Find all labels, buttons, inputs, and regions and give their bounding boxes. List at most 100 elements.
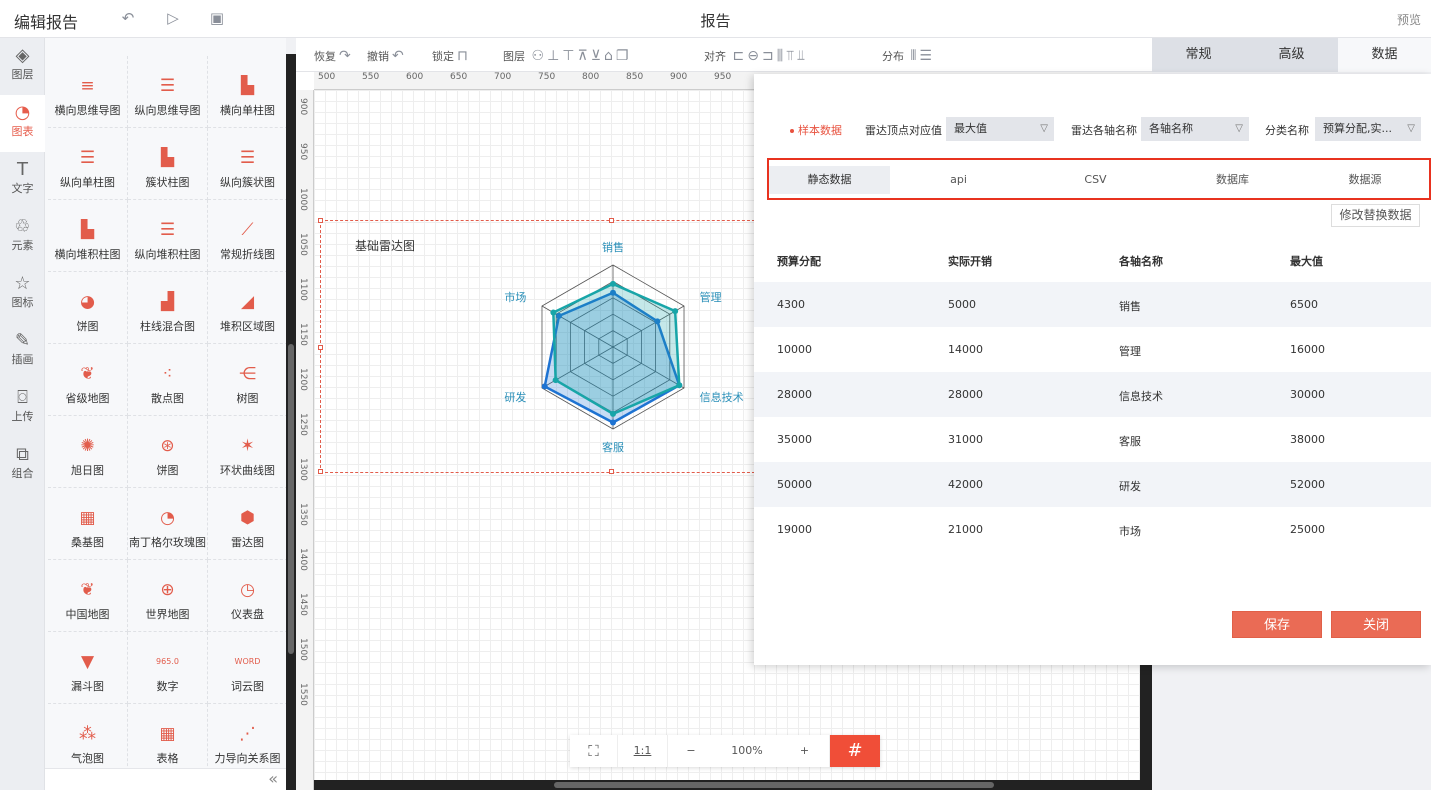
table-cell[interactable]: 42000 — [948, 478, 983, 491]
palette-item[interactable]: ☰ 纵向思维导图 — [128, 56, 208, 128]
tab-csv[interactable]: CSV — [1027, 166, 1164, 194]
table-cell[interactable]: 25000 — [1290, 523, 1325, 536]
table-cell[interactable]: 38000 — [1290, 433, 1325, 446]
table-cell[interactable]: 销售 — [1119, 298, 1141, 314]
palette-item[interactable]: ☰ 纵向堆积柱图 — [128, 200, 208, 272]
distribute-tools[interactable]: 分布 ⫴ ☰ — [882, 48, 932, 64]
grid-icon[interactable]: # — [830, 735, 880, 767]
palette-item[interactable]: ✺ 旭日图 — [48, 416, 128, 488]
close-button[interactable]: 关闭 — [1331, 611, 1421, 638]
palette-item[interactable]: ◷ 仪表盘 — [208, 560, 288, 632]
palette-item[interactable]: ◢ 堆积区域图 — [208, 272, 288, 344]
fit-screen-icon[interactable]: ⛶ — [570, 735, 618, 767]
play-icon[interactable]: ▷ — [163, 8, 183, 28]
radar-point[interactable] — [610, 419, 616, 426]
palette-item[interactable]: ☰ 纵向簇状图 — [208, 128, 288, 200]
top-align-icon[interactable]: ⊤ — [562, 48, 574, 64]
table-cell[interactable]: 52000 — [1290, 478, 1325, 491]
table-cell[interactable]: 28000 — [948, 388, 983, 401]
tab-datasource[interactable]: 数据源 — [1301, 166, 1429, 194]
ratio-button[interactable]: 1:1 — [618, 735, 668, 767]
tab-static-data[interactable]: 静态数据 — [769, 166, 890, 194]
sample-data-label[interactable]: 样本数据 — [790, 122, 842, 138]
radar-point[interactable] — [541, 383, 548, 390]
save-button[interactable]: 保存 — [1232, 611, 1322, 638]
table-cell[interactable]: 信息技术 — [1119, 388, 1163, 404]
nav-item-2[interactable]: T 文字 — [0, 152, 45, 209]
align-tools[interactable]: 对齐 ⊏ ⊖ ⊐ ⫼ ⫪ ⫫ — [704, 48, 805, 64]
table-cell[interactable]: 5000 — [948, 298, 976, 311]
align-right-icon[interactable]: ⊐ — [762, 48, 774, 64]
nav-item-6[interactable]: ⌼ 上传 — [0, 380, 45, 437]
align-vcenter-icon[interactable]: ⫼ — [777, 48, 783, 64]
layer-tools[interactable]: 图层 ⚇ ⊥ ⊤ ⊼ ⊻ ⌂ ❐ — [503, 48, 628, 64]
nav-item-4[interactable]: ☆ 图标 — [0, 266, 45, 323]
layer-group-icon[interactable]: ⚇ — [532, 48, 545, 64]
lock-button[interactable]: 锁定 ⊓ — [432, 48, 468, 64]
tab-api[interactable]: api — [890, 166, 1027, 194]
tab-data[interactable]: 数据 — [1338, 38, 1431, 72]
palette-item[interactable]: ▙ 簇状柱图 — [128, 128, 208, 200]
palette-scrollbar[interactable] — [286, 54, 296, 790]
palette-item[interactable]: ▼ 漏斗图 — [48, 632, 128, 704]
table-cell[interactable]: 21000 — [948, 523, 983, 536]
table-cell[interactable]: 19000 — [777, 523, 812, 536]
palette-item[interactable]: ▟ 柱线混合图 — [128, 272, 208, 344]
distribute-v-icon[interactable]: ☰ — [919, 48, 932, 64]
align-top-icon[interactable]: ⫪ — [786, 48, 794, 64]
table-cell[interactable]: 30000 — [1290, 388, 1325, 401]
palette-item[interactable]: ◔ 南丁格尔玫瑰图 — [128, 488, 208, 560]
palette-item[interactable]: ❦ 中国地图 — [48, 560, 128, 632]
undo-button[interactable]: 撤销 ↶ — [367, 48, 404, 64]
tab-general[interactable]: 常规 — [1152, 38, 1245, 72]
category-name-select[interactable]: 预算分配,实... ▽ — [1315, 117, 1421, 141]
nav-item-5[interactable]: ✎ 插画 — [0, 323, 45, 380]
align-bottom-icon[interactable]: ⫫ — [797, 48, 805, 64]
nav-item-1[interactable]: ◔ 图表 — [0, 95, 45, 152]
palette-item[interactable]: ▦ 桑基图 — [48, 488, 128, 560]
palette-item[interactable]: ⊛ 饼图 — [128, 416, 208, 488]
axis-name-select[interactable]: 各轴名称 ▽ — [1141, 117, 1249, 141]
palette-item[interactable]: ⁖ 散点图 — [128, 344, 208, 416]
palette-item[interactable]: ◕ 饼图 — [48, 272, 128, 344]
radar-point[interactable] — [672, 308, 679, 315]
canvas-scroll-thumb[interactable] — [554, 782, 994, 788]
palette-item[interactable]: ⁂ 气泡图 — [48, 704, 128, 776]
save-icon[interactable]: ▣ — [207, 8, 227, 28]
palette-item[interactable]: ▦ 表格 — [128, 704, 208, 776]
table-cell[interactable]: 4300 — [777, 298, 805, 311]
copy-icon[interactable]: ❐ — [616, 48, 629, 64]
nav-item-0[interactable]: ◈ 图层 — [0, 38, 45, 95]
palette-item[interactable]: ▙ 横向单柱图 — [208, 56, 288, 128]
delete-icon[interactable]: ⌂ — [604, 48, 613, 64]
table-cell[interactable]: 客服 — [1119, 433, 1141, 449]
undo-icon[interactable]: ↶ — [118, 8, 138, 28]
bring-up-icon[interactable]: ⊥ — [547, 48, 559, 64]
table-cell[interactable]: 10000 — [777, 343, 812, 356]
align-left-icon[interactable]: ⊏ — [733, 48, 745, 64]
move-top-icon[interactable]: ⊼ — [577, 48, 587, 64]
preview-link[interactable]: 预览 — [1397, 11, 1421, 28]
radar-point[interactable] — [610, 410, 616, 417]
table-cell[interactable]: 28000 — [777, 388, 812, 401]
vertex-value-select[interactable]: 最大值 ▽ — [946, 117, 1054, 141]
table-cell[interactable]: 35000 — [777, 433, 812, 446]
move-bottom-icon[interactable]: ⊻ — [591, 48, 601, 64]
palette-item[interactable]: ⊕ 世界地图 — [128, 560, 208, 632]
palette-item[interactable]: WORD 词云图 — [208, 632, 288, 704]
radar-point[interactable] — [676, 382, 683, 389]
radar-chart-widget[interactable]: 基础雷达图 销售 管理 信息技术 客服 研发 市场 — [318, 218, 760, 474]
table-cell[interactable]: 50000 — [777, 478, 812, 491]
radar-point[interactable] — [610, 280, 616, 287]
nav-item-7[interactable]: ⧉ 组合 — [0, 437, 45, 494]
table-cell[interactable]: 管理 — [1119, 343, 1141, 359]
tab-advanced[interactable]: 高级 — [1245, 38, 1338, 72]
palette-item[interactable]: ✶ 环状曲线图 — [208, 416, 288, 488]
palette-item[interactable]: ❦ 省级地图 — [48, 344, 128, 416]
palette-item[interactable]: ⟋ 常规折线图 — [208, 200, 288, 272]
radar-point[interactable] — [550, 309, 557, 316]
align-center-icon[interactable]: ⊖ — [747, 48, 759, 64]
tab-database[interactable]: 数据库 — [1164, 166, 1301, 194]
zoom-in-button[interactable]: + — [780, 735, 830, 767]
redo-button[interactable]: 恢复 ↷ — [314, 48, 351, 64]
